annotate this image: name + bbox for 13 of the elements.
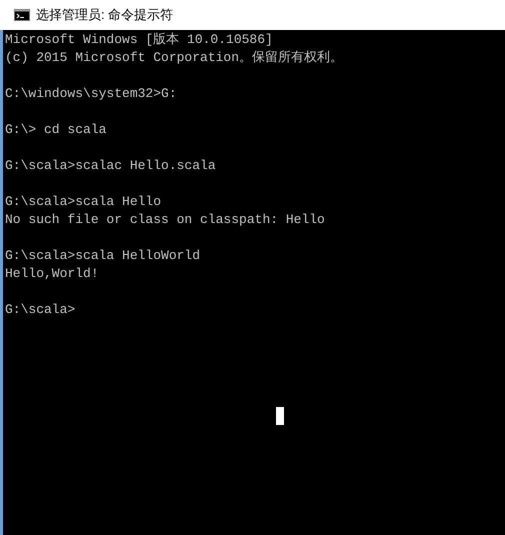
console-line: Microsoft Windows [版本 10.0.10586] [5,32,273,47]
console-line: G:\> cd scala [5,122,106,137]
console-line: C:\windows\system32>G: [5,86,177,101]
console-line: G:\scala>scalac Hello.scala [5,158,216,173]
window-title: 选择管理员: 命令提示符 [36,6,174,24]
console-line: Hello,World! [5,266,99,281]
text-cursor [276,407,284,425]
console-line: G:\scala> [5,302,76,317]
console-line: G:\scala>scala HelloWorld [5,248,200,263]
terminal-icon [14,9,30,21]
console-line: No such file or class on classpath: Hello [5,212,325,227]
console-line: (c) 2015 Microsoft Corporation。保留所有权利。 [5,50,344,65]
console-line: G:\scala>scala Hello [5,194,162,209]
